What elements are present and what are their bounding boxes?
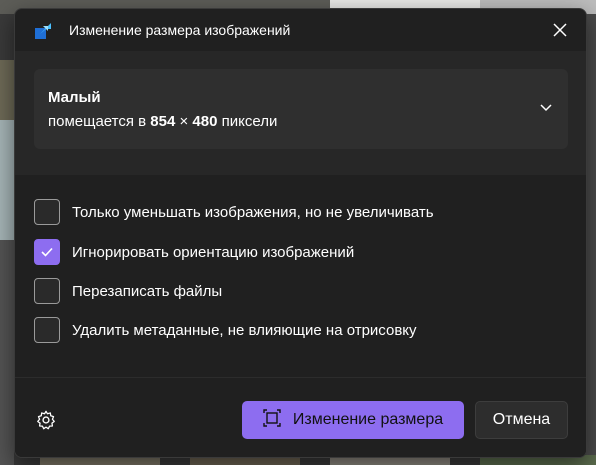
size-name: Малый [48, 89, 101, 106]
option-label: Перезаписать файлы [72, 282, 223, 300]
option-label: Только уменьшать изображения, но не увел… [72, 203, 434, 221]
size-width: 854 [150, 113, 176, 130]
size-description: помещается в 854 × 480 пиксели [48, 113, 277, 130]
dialog-title: Изменение размера изображений [69, 22, 291, 38]
close-icon [552, 22, 568, 43]
option-ignore-orientation[interactable]: Игнорировать ориентацию изображений [34, 237, 354, 267]
size-desc-prefix: помещается в [48, 113, 147, 130]
resize-dialog: Изменение размера изображений Малый поме… [14, 8, 587, 458]
checkbox-overwrite-files[interactable] [34, 278, 60, 304]
dialog-footer: Изменение размера Отмена [15, 377, 586, 457]
checkbox-ignore-orientation[interactable] [34, 239, 60, 265]
gear-icon[interactable] [35, 409, 57, 431]
size-dropdown[interactable]: Малый помещается в 854 × 480 пиксели [34, 69, 568, 149]
checkbox-remove-metadata[interactable] [34, 317, 60, 343]
option-label: Игнорировать ориентацию изображений [72, 243, 355, 261]
checkmark-icon [41, 247, 53, 257]
chevron-down-icon [538, 99, 554, 115]
background-thumbnail [586, 14, 596, 455]
cancel-button[interactable]: Отмена [475, 401, 568, 439]
option-label: Удалить метаданные, не влияющие на отрис… [72, 321, 417, 339]
background-thumbnail [0, 60, 14, 120]
image-resizer-app-icon [34, 22, 52, 40]
size-height: 480 [192, 113, 218, 130]
resize-button-label: Изменение размера [292, 411, 444, 428]
background-thumbnail [0, 240, 14, 465]
close-button[interactable] [545, 17, 575, 47]
resize-icon [263, 408, 281, 432]
checkbox-shrink-only[interactable] [34, 199, 60, 225]
option-overwrite-files[interactable]: Перезаписать файлы [34, 276, 222, 306]
background-thumbnail [0, 120, 14, 240]
resize-button[interactable]: Изменение размера [242, 401, 464, 439]
size-times: × [179, 113, 189, 130]
title-bar: Изменение размера изображений [15, 9, 586, 51]
option-remove-metadata[interactable]: Удалить метаданные, не влияющие на отрис… [34, 315, 417, 345]
size-desc-suffix: пиксели [221, 113, 278, 130]
size-section: Малый помещается в 854 × 480 пиксели [15, 51, 586, 175]
option-shrink-only[interactable]: Только уменьшать изображения, но не увел… [34, 197, 434, 227]
